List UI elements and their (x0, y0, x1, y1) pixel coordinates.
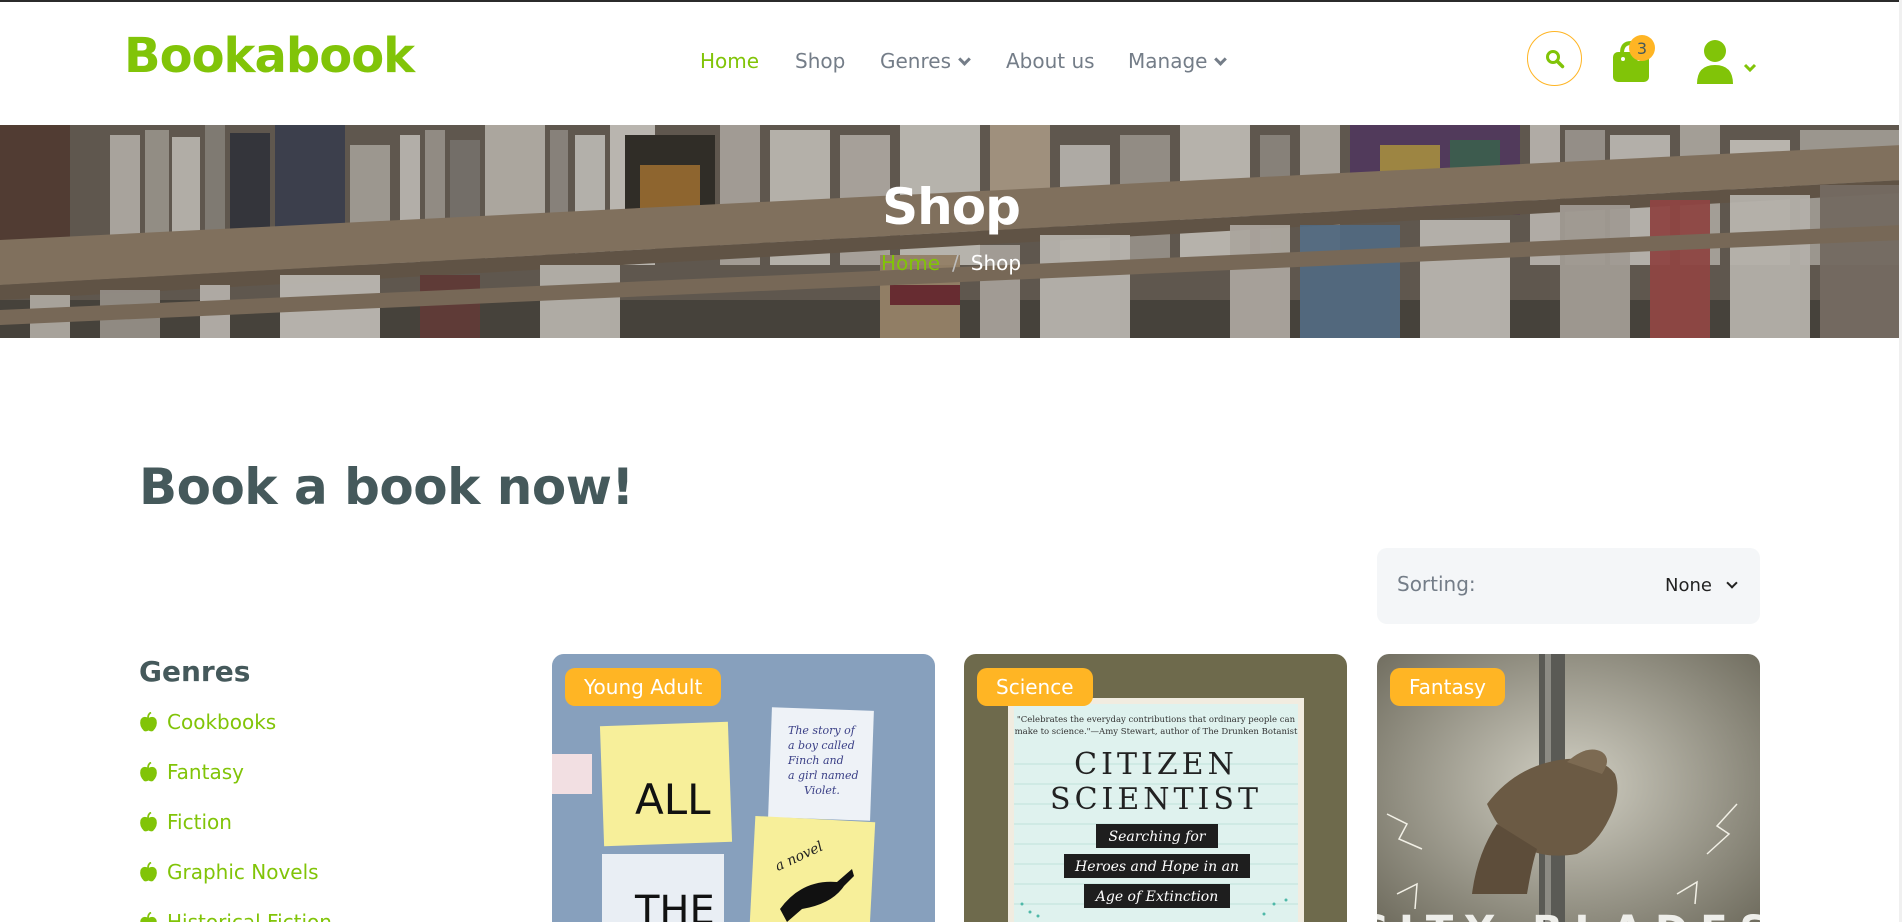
sorting-select[interactable]: None (1665, 575, 1738, 596)
chevron-down-icon (1726, 577, 1738, 589)
nav-about-label: About us (1006, 49, 1095, 73)
genre-item-historical-fiction[interactable]: Historical Fiction (139, 910, 332, 922)
nav-home[interactable]: Home (700, 49, 759, 73)
sorting-label: Sorting: (1397, 572, 1476, 596)
search-button[interactable] (1527, 31, 1582, 86)
apple-icon (140, 912, 157, 922)
svg-text:Finch and: Finch and (787, 754, 844, 767)
svg-text:CITY BLADES: CITY BLADES (1377, 908, 1760, 922)
genre-badge: Fantasy (1390, 668, 1505, 706)
nav-manage-label: Manage (1128, 49, 1208, 73)
genre-item-label: Fantasy (167, 760, 244, 784)
svg-text:make to science."—Amy Stewart,: make to science."—Amy Stewart, author of… (1015, 727, 1298, 737)
nav-genres-label: Genres (880, 49, 951, 73)
chevron-down-icon (1214, 53, 1228, 66)
svg-text:SCIENTIST: SCIENTIST (1050, 782, 1262, 817)
svg-text:Violet.: Violet. (804, 784, 840, 797)
page-title: Shop (882, 178, 1021, 236)
apple-icon (140, 812, 157, 832)
section-heading: Book a book now! (139, 458, 634, 516)
breadcrumb: Home / Shop (0, 251, 1902, 275)
book-card[interactable]: ALL THE The story of a boy called Finch … (552, 654, 935, 922)
cart-count-badge: 3 (1629, 35, 1655, 61)
navbar: Bookabook Home Shop Genres About us Mana… (0, 2, 1902, 125)
svg-text:Age of Extinction: Age of Extinction (1094, 889, 1219, 905)
svg-text:a girl named: a girl named (788, 769, 859, 782)
nav-shop[interactable]: Shop (795, 49, 845, 73)
svg-text:CITIZEN: CITIZEN (1074, 747, 1238, 782)
sorting-value: None (1665, 575, 1712, 596)
breadcrumb-separator: / (952, 251, 959, 275)
genre-item-label: Fiction (167, 810, 232, 834)
genre-item-label: Cookbooks (167, 710, 277, 734)
genre-item-cookbooks[interactable]: Cookbooks (139, 710, 276, 734)
nav-about[interactable]: About us (1006, 49, 1095, 73)
genre-item-graphic-novels[interactable]: Graphic Novels (139, 860, 319, 884)
svg-text:a boy called: a boy called (788, 739, 855, 752)
user-menu[interactable] (1694, 38, 1764, 84)
chevron-down-icon (1743, 63, 1757, 73)
svg-text:"Celebrates the everyday contr: "Celebrates the everyday contributions t… (1017, 715, 1296, 725)
breadcrumb-home[interactable]: Home (881, 251, 940, 275)
genre-badge: Young Adult (565, 668, 722, 706)
svg-text:Searching for: Searching for (1109, 829, 1207, 845)
book-card[interactable]: CITY BLADES Fantasy (1377, 654, 1760, 922)
genre-badge: Science (977, 668, 1093, 706)
search-icon (1545, 49, 1564, 68)
nav-manage[interactable]: Manage (1128, 49, 1228, 73)
svg-text:THE: THE (634, 888, 715, 922)
svg-text:ALL: ALL (635, 775, 711, 824)
sorting-control: Sorting: None (1377, 548, 1760, 624)
svg-text:The story of: The story of (788, 724, 857, 737)
user-icon (1697, 40, 1733, 84)
svg-text:Heroes and Hope in an: Heroes and Hope in an (1074, 859, 1239, 875)
apple-icon (140, 762, 157, 782)
genres-title: Genres (139, 655, 251, 688)
book-card[interactable]: "Celebrates the everyday contributions t… (964, 654, 1347, 922)
genre-item-fantasy[interactable]: Fantasy (139, 760, 244, 784)
apple-icon (140, 712, 157, 732)
genre-item-fiction[interactable]: Fiction (139, 810, 232, 834)
genre-item-label: Graphic Novels (167, 860, 319, 884)
chevron-down-icon (958, 53, 971, 66)
brand-logo[interactable]: Bookabook (124, 28, 415, 84)
nav-genres[interactable]: Genres (880, 49, 971, 73)
nav-shop-label: Shop (795, 49, 846, 73)
nav-home-label: Home (700, 49, 760, 73)
apple-icon (140, 862, 157, 882)
breadcrumb-current: Shop (970, 251, 1022, 275)
genre-item-label: Historical Fiction (167, 910, 332, 922)
